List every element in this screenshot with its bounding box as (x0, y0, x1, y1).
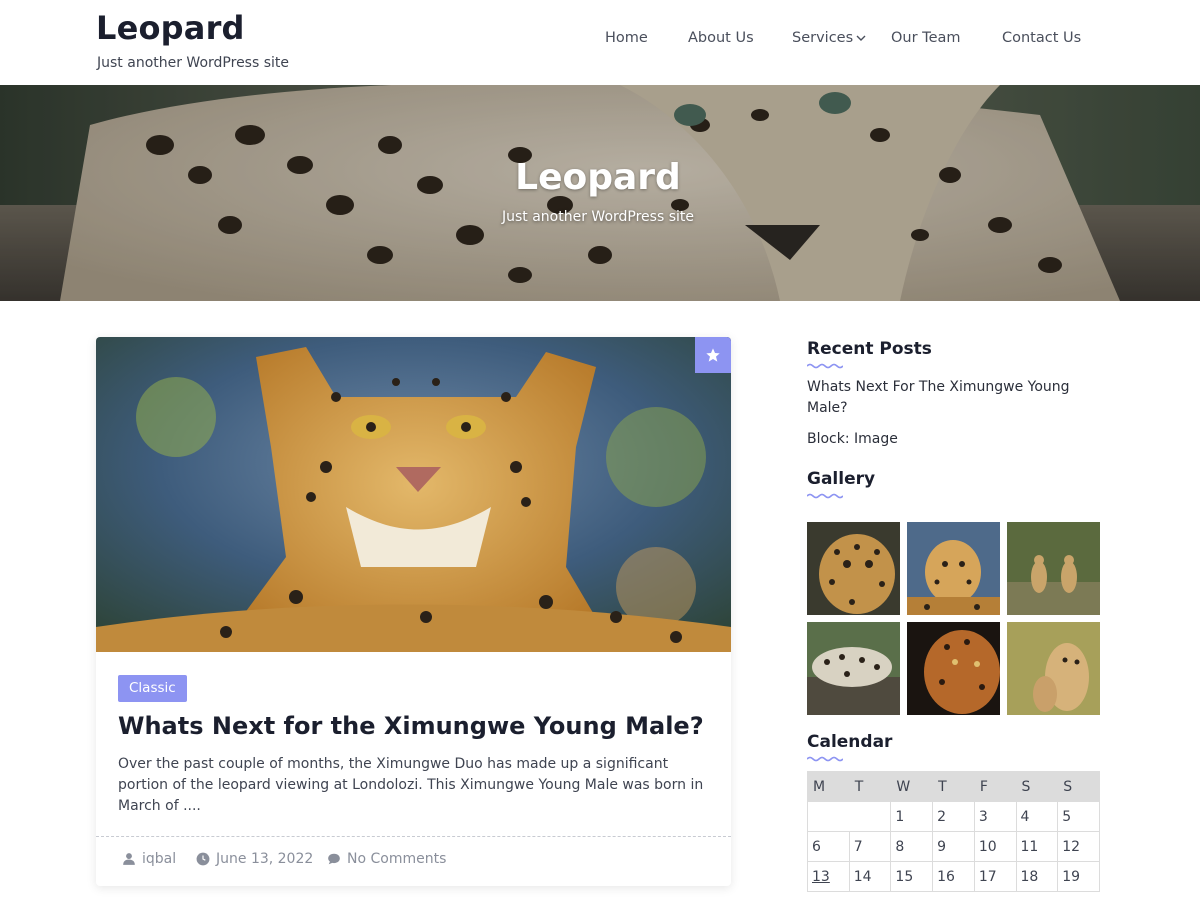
calendar-day: 3 (973, 801, 1017, 832)
gallery-image-leopard-dark-portrait[interactable] (907, 622, 1000, 715)
gallery-thumb (807, 522, 900, 615)
post-meta: iqbal June 13, 2022 No Comments (122, 851, 722, 871)
gallery-image-leopard-pair-grass[interactable] (1007, 522, 1100, 615)
calendar-day: 17 (973, 861, 1017, 892)
site-tagline: Just another WordPress site (97, 55, 290, 71)
calendar-day: 18 (1015, 861, 1059, 892)
calendar-title: Calendar (807, 732, 893, 752)
post-featured-image[interactable] (96, 337, 731, 652)
calendar-day: 15 (890, 861, 934, 892)
title-underline-wave (807, 493, 843, 499)
calendar-week-row: 6 7 8 9 10 11 12 (807, 831, 1100, 862)
post-author[interactable]: iqbal (122, 851, 176, 867)
calendar-week-row: 13 14 15 16 17 18 19 (807, 861, 1100, 892)
recent-post-link[interactable]: Whats Next For The Ximungwe Young Male? (807, 377, 1097, 419)
calendar-day: 1 (890, 801, 934, 832)
calendar-day: 2 (932, 801, 975, 832)
post-category-badge[interactable]: Classic (118, 675, 187, 702)
calendar-pad (806, 801, 892, 832)
calendar-table: M T W T F S S 1 2 3 4 5 6 7 8 9 10 11 12… (806, 771, 1100, 892)
gallery-thumb (907, 622, 1000, 715)
post-card: Classic Whats Next for the Ximungwe Youn… (96, 337, 731, 886)
comment-icon (328, 853, 340, 865)
nav-item-contact-us[interactable]: Contact Us (1002, 30, 1081, 46)
calendar-weekday: W (890, 771, 934, 802)
gallery-image-leopard-resting-log[interactable] (807, 622, 900, 715)
calendar-day-link[interactable]: 13 (812, 869, 830, 885)
calendar-day: 10 (973, 831, 1017, 862)
gallery-thumb (907, 522, 1000, 615)
gallery-image-leopard-portrait[interactable] (907, 522, 1000, 615)
calendar-weekday: S (1015, 771, 1059, 802)
title-underline-wave (807, 363, 843, 369)
calendar-day: 5 (1057, 801, 1100, 832)
main-nav: Home About Us Services Our Team Contact … (0, 30, 1200, 50)
gallery-thumb (1007, 622, 1100, 715)
clock-icon (196, 852, 210, 866)
gallery-thumb (1007, 522, 1100, 615)
calendar-weekday: M (807, 771, 850, 802)
post-comments-text: No Comments (347, 851, 447, 867)
gallery-title: Gallery (807, 469, 876, 489)
gallery-grid (807, 522, 1100, 715)
hero-tagline: Just another WordPress site (501, 209, 694, 225)
chevron-down-icon[interactable] (856, 33, 866, 43)
nav-item-services[interactable]: Services (792, 30, 853, 46)
calendar-day: 19 (1057, 861, 1100, 892)
calendar-weekday: F (973, 771, 1017, 802)
calendar-day-linked[interactable]: 13 (807, 861, 850, 892)
gallery-image-leopard-closeup[interactable] (807, 522, 900, 615)
site-header: Leopard Just another WordPress site Home… (0, 0, 1200, 85)
hero-banner: Leopard Just another WordPress site (0, 85, 1200, 301)
post-comments[interactable]: No Comments (327, 851, 446, 867)
calendar-day: 14 (848, 861, 892, 892)
post-author-name: iqbal (142, 851, 177, 867)
recent-post-link[interactable]: Block: Image (807, 429, 1097, 450)
gallery-image-cheetah-grass[interactable] (1007, 622, 1100, 715)
calendar-header-row: M T W T F S S (807, 771, 1100, 802)
post-excerpt: Over the past couple of months, the Ximu… (118, 756, 704, 814)
gallery-thumb (807, 622, 900, 715)
calendar-weekday: T (848, 771, 892, 802)
calendar-day: 4 (1015, 801, 1059, 832)
calendar-weekday: S (1057, 771, 1100, 802)
calendar-day: 11 (1015, 831, 1059, 862)
star-icon (706, 348, 720, 362)
calendar-day: 6 (807, 831, 850, 862)
sticky-post-badge (695, 337, 731, 373)
user-icon (123, 853, 135, 865)
calendar-day: 9 (932, 831, 975, 862)
calendar-day: 7 (848, 831, 892, 862)
post-title[interactable]: Whats Next for the Ximungwe Young Male? (118, 712, 718, 740)
post-divider (96, 836, 731, 837)
calendar-day: 8 (890, 831, 934, 862)
calendar-week-row: 1 2 3 4 5 (806, 801, 1100, 832)
post-date-text: June 13, 2022 (216, 851, 314, 867)
nav-item-home[interactable]: Home (605, 30, 648, 46)
nav-item-about-us[interactable]: About Us (688, 30, 754, 46)
calendar-weekday: T (932, 771, 975, 802)
leopard-photo (96, 337, 731, 652)
title-underline-wave (807, 756, 843, 762)
calendar-day: 16 (932, 861, 975, 892)
calendar-day: 12 (1057, 831, 1100, 862)
post-date[interactable]: June 13, 2022 (196, 851, 313, 867)
nav-item-our-team[interactable]: Our Team (891, 30, 961, 46)
hero-title: Leopard (515, 157, 681, 198)
recent-posts-title: Recent Posts (807, 339, 932, 359)
